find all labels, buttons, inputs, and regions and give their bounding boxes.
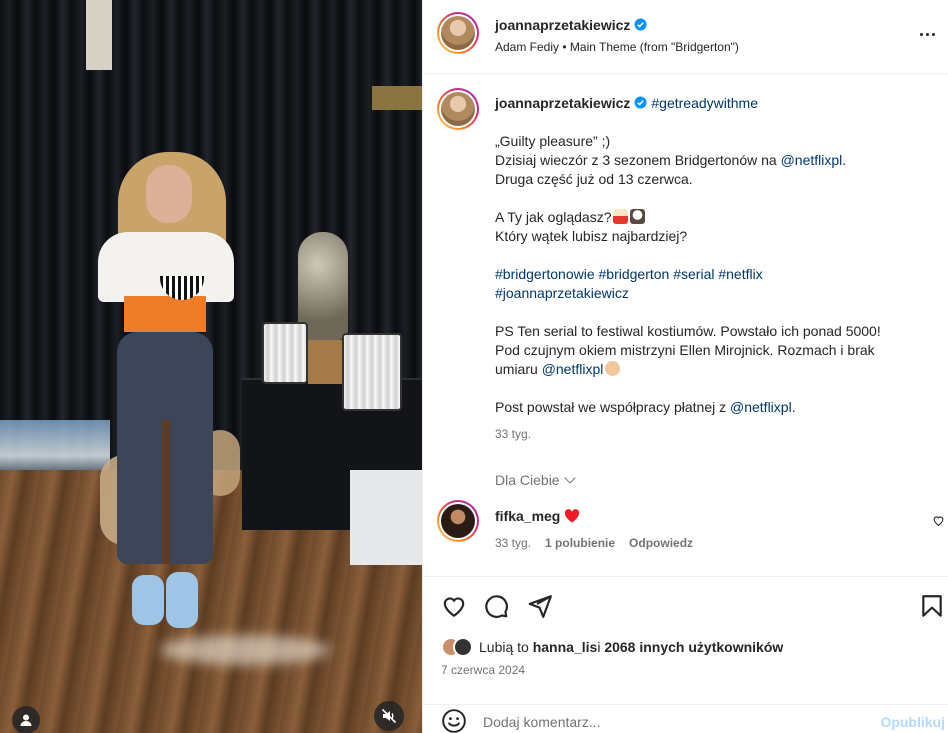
author-username[interactable]: joannaprzetakiewicz bbox=[495, 17, 647, 33]
verified-badge-icon bbox=[634, 18, 647, 31]
chevron-down-icon bbox=[563, 472, 576, 484]
comment-like-heart-icon[interactable] bbox=[932, 514, 945, 527]
caption-paragraph: Post powstał we współpracy płatnej z @ne… bbox=[495, 398, 935, 417]
post-date: 7 czerwca 2024 bbox=[441, 663, 526, 677]
ghost-emoji bbox=[630, 209, 646, 224]
likes-middle: i bbox=[597, 639, 601, 655]
emoji-icon[interactable] bbox=[441, 708, 467, 733]
post-caption: „Guilty pleasure” ;) Dzisiaj wieczór z 3… bbox=[495, 132, 935, 444]
red-heart-emoji bbox=[565, 509, 580, 523]
caption-author: joannaprzetakiewicz #getreadywithme bbox=[495, 95, 758, 111]
audio-track-link[interactable]: Adam Fediy • Main Theme (from "Bridgerto… bbox=[495, 40, 739, 54]
person-face bbox=[146, 165, 192, 223]
post-video[interactable] bbox=[0, 0, 422, 733]
floor-light-patch bbox=[160, 635, 330, 665]
clap-emoji bbox=[605, 361, 621, 376]
caption-line: Post powstał we współpracy płatnej z bbox=[495, 399, 730, 415]
heart-icon[interactable] bbox=[441, 593, 467, 619]
mention-link[interactable]: @netflixpl bbox=[542, 361, 604, 377]
leg-gap bbox=[162, 420, 170, 564]
author-username-text[interactable]: joannaprzetakiewicz bbox=[495, 17, 630, 33]
post-comment-button[interactable]: Opublikuj bbox=[880, 714, 945, 730]
commenter-avatar[interactable] bbox=[437, 500, 479, 542]
post-details-panel: joannaprzetakiewicz Adam Fediy • Main Th… bbox=[422, 0, 948, 733]
comment-meta: 33 tyg. 1 polubienie Odpowiedz bbox=[495, 536, 707, 550]
caption-text: . bbox=[791, 399, 796, 415]
reply-button[interactable]: Odpowiedz bbox=[629, 536, 693, 550]
person-orange-top bbox=[124, 296, 206, 332]
comment-input[interactable] bbox=[483, 712, 863, 732]
caption-line: Dzisiaj wieczór z 3 sezonem Bridgertonów… bbox=[495, 152, 781, 168]
hashtag-links[interactable]: #bridgertonowie #bridgerton #serial #net… bbox=[495, 266, 763, 282]
likes-summary[interactable]: Lubią to hanna_lis i 2068 innych użytkow… bbox=[441, 637, 783, 657]
mention-link[interactable]: @netflixpl bbox=[730, 399, 792, 415]
comment-timestamp: 33 tyg. bbox=[495, 536, 532, 550]
caption-paragraph: A Ty jak oglądasz? Który wątek lubisz na… bbox=[495, 208, 935, 246]
caption-line: PS Ten serial to festiwal kostiumów. Pow… bbox=[495, 323, 881, 339]
window-light bbox=[86, 0, 112, 70]
white-cabinet bbox=[350, 470, 422, 565]
commenter-username-text[interactable]: fifka_meg bbox=[495, 508, 560, 524]
liker-username[interactable]: hanna_lis bbox=[533, 639, 598, 655]
muted-speaker-icon bbox=[381, 708, 397, 724]
comment-sort-label: Dla Ciebie bbox=[495, 472, 560, 488]
glass-vase bbox=[262, 322, 308, 384]
mute-button[interactable] bbox=[374, 701, 404, 731]
caption-line: „Guilty pleasure” ;) bbox=[495, 133, 611, 149]
comment-sort-dropdown[interactable]: Dla Ciebie bbox=[495, 472, 576, 488]
caption-timestamp: 33 tyg. bbox=[495, 427, 532, 441]
sneaker bbox=[132, 575, 164, 625]
comments-scroll-area[interactable]: joannaprzetakiewicz #getreadywithme „Guil… bbox=[423, 74, 948, 576]
user-tag-button[interactable] bbox=[12, 706, 40, 733]
comment-likes-count[interactable]: 1 polubienie bbox=[545, 536, 615, 550]
hashtag-link[interactable]: #getreadywithme bbox=[651, 95, 758, 111]
likes-prefix: Lubią to bbox=[479, 639, 529, 655]
caption-hashtags: #bridgertonowie #bridgerton #serial #net… bbox=[495, 265, 935, 303]
hashtag-link[interactable]: #joannaprzetakiewicz bbox=[495, 285, 629, 301]
glass-vase bbox=[342, 333, 402, 411]
author-avatar[interactable] bbox=[437, 12, 479, 54]
sneaker bbox=[166, 572, 198, 628]
add-comment-bar: Opublikuj bbox=[423, 704, 948, 733]
caption-line: umiaru bbox=[495, 361, 542, 377]
caption-line: Pod czujnym okiem mistrzyni Ellen Mirojn… bbox=[495, 342, 875, 358]
caption-line: A Ty jak oglądasz? bbox=[495, 209, 612, 225]
wall-lamp bbox=[372, 86, 422, 110]
post-actions: Lubią to hanna_lis i 2068 innych użytkow… bbox=[423, 576, 948, 716]
mention-link[interactable]: @netflixpl bbox=[781, 152, 843, 168]
sculpture-base bbox=[308, 340, 344, 384]
popcorn-emoji bbox=[613, 209, 629, 224]
caption-author-username[interactable]: joannaprzetakiewicz bbox=[495, 95, 630, 111]
caption-author-avatar[interactable] bbox=[437, 88, 479, 130]
user-tag-icon bbox=[20, 714, 32, 726]
more-options-icon[interactable] bbox=[915, 24, 939, 44]
caption-line: Druga część już od 13 czerwca. bbox=[495, 171, 693, 187]
bookmark-icon[interactable] bbox=[919, 593, 945, 619]
commenter-username: fifka_meg bbox=[495, 508, 580, 524]
comment-icon[interactable] bbox=[483, 593, 509, 619]
comment-item: fifka_meg 33 tyg. 1 polubienie Odpowiedz bbox=[423, 500, 948, 560]
caption-text: . bbox=[842, 152, 847, 168]
verified-badge-icon bbox=[634, 96, 647, 109]
caption-paragraph: PS Ten serial to festiwal kostiumów. Pow… bbox=[495, 322, 935, 379]
caption-line: Który wątek lubisz najbardziej? bbox=[495, 228, 688, 244]
post-header: joannaprzetakiewicz Adam Fediy • Main Th… bbox=[423, 0, 948, 74]
likers-avatars bbox=[441, 637, 473, 657]
likes-count[interactable]: 2068 innych użytkowników bbox=[604, 639, 783, 655]
caption-paragraph: „Guilty pleasure” ;) Dzisiaj wieczór z 3… bbox=[495, 132, 935, 189]
share-icon[interactable] bbox=[527, 593, 553, 619]
